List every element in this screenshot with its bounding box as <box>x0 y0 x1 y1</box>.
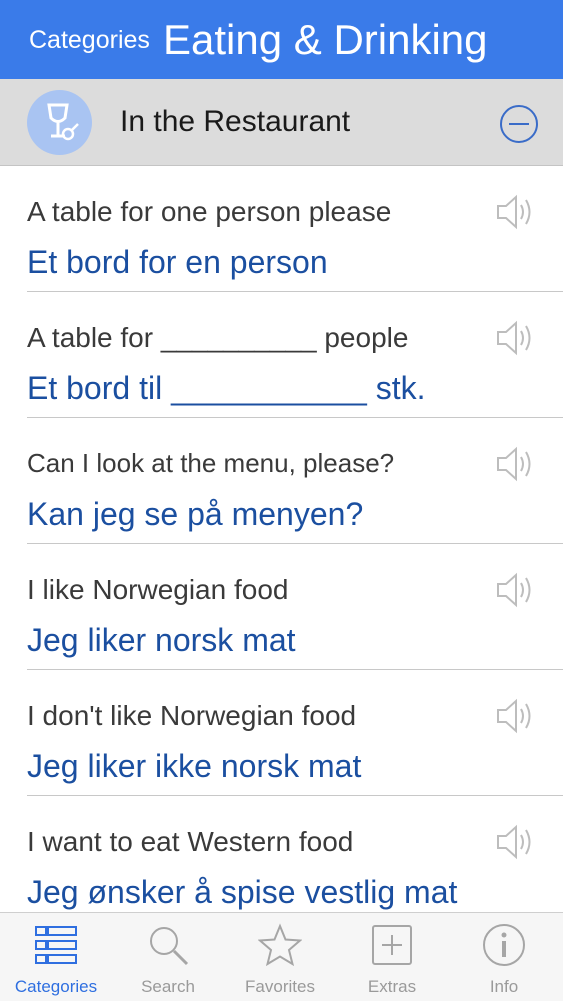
phrase-row[interactable]: I like Norwegian food Jeg liker norsk ma… <box>0 544 563 670</box>
english-phrase: I like Norwegian food <box>27 574 289 605</box>
norwegian-phrase: Et bord til ___________ stk. <box>27 370 426 406</box>
tab-label: Extras <box>367 977 417 996</box>
tab-search[interactable]: Search <box>112 913 224 1001</box>
speaker-icon[interactable] <box>495 824 535 860</box>
tab-categories[interactable]: Categories <box>0 913 112 1001</box>
tab-extras[interactable]: Extras <box>336 913 448 1001</box>
norwegian-phrase: Jeg liker ikke norsk mat <box>27 748 362 784</box>
phrase-list: A table for one person please Et bord fo… <box>0 166 563 912</box>
phrase-row[interactable]: I want to eat Western food Jeg ønsker å … <box>0 796 563 912</box>
english-phrase: A table for one person please <box>27 196 392 227</box>
tab-label: Favorites <box>245 977 315 996</box>
norwegian-phrase: Jeg liker norsk mat <box>27 622 296 658</box>
tab-info[interactable]: Info <box>448 913 560 1001</box>
wine-glass-corkscrew-icon <box>27 90 92 155</box>
tab-label: Categories <box>14 977 98 996</box>
norwegian-phrase: Jeg ønsker å spise vestlig mat <box>27 874 458 910</box>
phrase-row[interactable]: Can I look at the menu, please? Kan jeg … <box>0 418 563 544</box>
speaker-icon[interactable] <box>495 320 535 356</box>
navigation-bar: Categories Eating & Drinking <box>0 0 563 79</box>
category-header: In the Restaurant <box>0 79 563 166</box>
phrase-row[interactable]: I don't like Norwegian food Jeg liker ik… <box>0 670 563 796</box>
star-icon <box>258 923 302 967</box>
info-icon <box>483 924 525 966</box>
tab-bar: Categories Search Favorites Extras Info <box>0 912 563 1001</box>
phrase-row[interactable]: A table for __________ people Et bord ti… <box>0 292 563 418</box>
page-title: Eating & Drinking <box>163 16 488 63</box>
category-name: In the Restaurant <box>120 105 351 138</box>
plus-box-icon <box>372 925 412 965</box>
speaker-icon[interactable] <box>495 572 535 608</box>
english-phrase: I want to eat Western food <box>27 826 354 857</box>
english-phrase: I don't like Norwegian food <box>27 700 357 731</box>
speaker-icon[interactable] <box>495 698 535 734</box>
categories-list-icon <box>35 926 77 964</box>
english-phrase: Can I look at the menu, please? <box>27 448 395 478</box>
speaker-icon[interactable] <box>495 446 535 482</box>
tab-label: Info <box>489 977 519 996</box>
speaker-icon[interactable] <box>495 194 535 230</box>
tab-favorites[interactable]: Favorites <box>224 913 336 1001</box>
search-icon <box>150 927 189 966</box>
norwegian-phrase: Kan jeg se på menyen? <box>27 496 364 532</box>
english-phrase: A table for __________ people <box>27 322 409 353</box>
norwegian-phrase: Et bord for en person <box>27 244 328 280</box>
phrase-row[interactable]: A table for one person please Et bord fo… <box>0 166 563 292</box>
collapse-category-button[interactable] <box>499 104 539 144</box>
tab-label: Search <box>141 977 195 996</box>
back-to-categories-button[interactable]: Categories <box>29 26 150 55</box>
